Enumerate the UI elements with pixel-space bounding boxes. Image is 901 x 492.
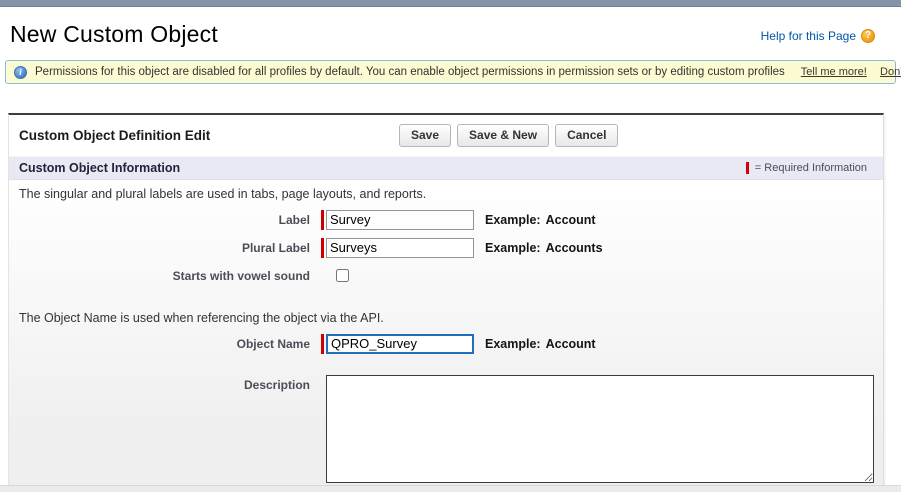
- object-name-input[interactable]: [326, 334, 474, 354]
- save-and-new-button[interactable]: Save & New: [457, 124, 549, 147]
- labels-intro-text: The singular and plural labels are used …: [19, 187, 883, 201]
- dont-show-message-link[interactable]: Don't show this message again: [880, 66, 901, 78]
- save-button[interactable]: Save: [399, 124, 451, 147]
- required-indicator: [321, 334, 324, 354]
- required-indicator: [321, 210, 324, 230]
- window-top-bar: [0, 0, 901, 7]
- plural-label-field-row: Plural Label Example: Accounts: [13, 236, 883, 259]
- example-prefix: Example:: [485, 241, 541, 255]
- description-label: Description: [13, 375, 310, 392]
- permissions-info-banner: i Permissions for this object are disabl…: [5, 60, 896, 84]
- label-input[interactable]: [326, 210, 474, 230]
- object-name-example: Example: Account: [485, 337, 596, 351]
- cancel-button[interactable]: Cancel: [555, 124, 618, 147]
- help-for-this-page[interactable]: Help for this Page ?: [761, 29, 875, 43]
- required-legend-text: = Required Information: [755, 162, 867, 174]
- starts-with-vowel-checkbox[interactable]: [336, 269, 349, 282]
- panel-title: Custom Object Definition Edit: [19, 128, 210, 143]
- required-legend: = Required Information: [746, 162, 867, 174]
- section-title: Custom Object Information: [19, 161, 180, 175]
- help-link[interactable]: Help for this Page: [761, 29, 856, 43]
- example-value: Accounts: [546, 241, 603, 255]
- page-bottom-strip: [0, 485, 901, 492]
- example-prefix: Example:: [485, 337, 541, 351]
- page-header: New Custom Object Help for this Page ?: [0, 7, 901, 60]
- tell-me-more-link[interactable]: Tell me more!: [801, 66, 867, 78]
- description-textarea[interactable]: [326, 375, 874, 483]
- object-name-field-row: Object Name Example: Account: [13, 332, 883, 355]
- section-header: Custom Object Information = Required Inf…: [9, 156, 883, 180]
- label-field-row: Label Example: Account: [13, 208, 883, 231]
- vowel-sound-label: Starts with vowel sound: [13, 269, 310, 283]
- banner-links: Tell me more! Don't show this message ag…: [791, 66, 901, 78]
- banner-message: Permissions for this object are disabled…: [35, 66, 785, 78]
- object-name-label: Object Name: [13, 337, 310, 351]
- help-question-icon[interactable]: ?: [861, 29, 875, 43]
- label-example: Example: Account: [485, 213, 596, 227]
- example-value: Account: [546, 213, 596, 227]
- example-value: Account: [546, 337, 596, 351]
- example-prefix: Example:: [485, 213, 541, 227]
- vowel-sound-field-row: Starts with vowel sound: [13, 264, 883, 287]
- plural-example: Example: Accounts: [485, 241, 603, 255]
- description-field-row: Description: [13, 375, 883, 483]
- plural-label-input[interactable]: [326, 238, 474, 258]
- panel-header: Custom Object Definition Edit Save Save …: [9, 115, 883, 156]
- required-indicator: [321, 238, 324, 258]
- info-icon: i: [14, 66, 27, 79]
- required-indicator-icon: [746, 162, 749, 174]
- page-title: New Custom Object: [10, 21, 218, 48]
- plural-label-field-label: Plural Label: [13, 241, 310, 255]
- label-field-label: Label: [13, 213, 310, 227]
- form-body: The singular and plural labels are used …: [9, 180, 883, 485]
- custom-object-edit-panel: Custom Object Definition Edit Save Save …: [8, 113, 884, 485]
- action-button-group: Save Save & New Cancel: [399, 115, 618, 156]
- api-intro-text: The Object Name is used when referencing…: [19, 311, 883, 325]
